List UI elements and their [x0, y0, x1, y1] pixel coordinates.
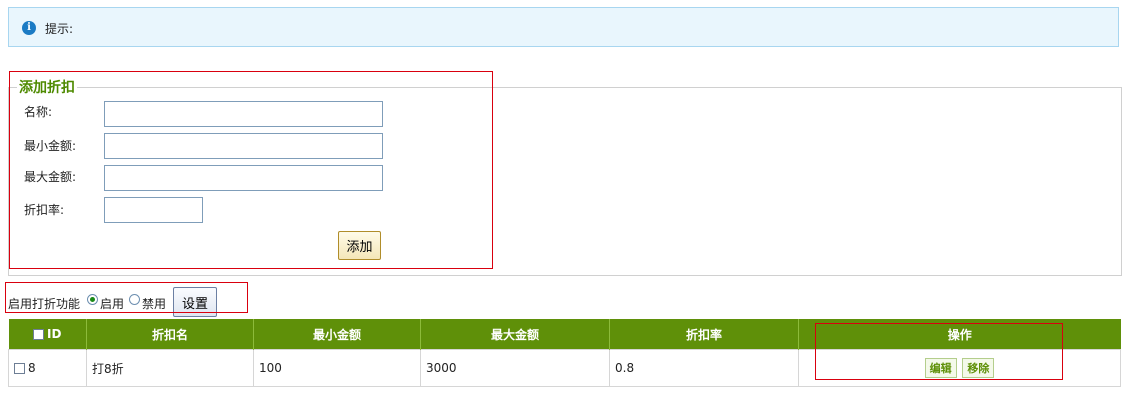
table-header-row: ID 折扣名 最小金额 最大金额 折扣率 操作: [8, 319, 1121, 350]
name-label: 名称:: [24, 105, 53, 119]
edit-button[interactable]: 编辑: [924, 358, 957, 378]
col-name-header: 折扣名: [86, 319, 254, 350]
discount-rate-input[interactable]: [104, 197, 203, 223]
col-max-header: 最大金额: [420, 319, 610, 350]
col-id-header: ID: [8, 319, 87, 350]
col-rate-header: 折扣率: [609, 319, 799, 350]
cell-min: 100: [253, 349, 421, 387]
cell-max: 3000: [420, 349, 610, 387]
cell-rate: 0.8: [609, 349, 799, 387]
tip-banner: i 提示:: [8, 7, 1119, 47]
cell-name: 打8折: [86, 349, 254, 387]
select-all-checkbox[interactable]: [33, 329, 45, 340]
disable-radio-label: 禁用: [142, 297, 167, 311]
discount-toggle-label: 启用打折功能: [8, 297, 81, 311]
tip-text: 提示:: [45, 22, 74, 36]
disable-radio[interactable]: [129, 294, 140, 305]
set-button[interactable]: 设置: [173, 287, 217, 317]
col-min-header: 最小金额: [253, 319, 421, 350]
remove-button[interactable]: 移除: [962, 358, 995, 378]
min-amount-label: 最小金额:: [24, 139, 77, 153]
discount-table: ID 折扣名 最小金额 最大金额 折扣率 操作 8 打8折 100 3000 0…: [8, 319, 1121, 387]
max-amount-label: 最大金额:: [24, 170, 77, 184]
table-row: 8 打8折 100 3000 0.8 编辑 移除: [8, 349, 1121, 387]
add-button[interactable]: 添加: [338, 231, 381, 260]
min-amount-input[interactable]: [104, 133, 383, 159]
max-amount-input[interactable]: [104, 165, 383, 191]
add-discount-legend: 添加折扣: [19, 80, 75, 96]
enable-radio-label: 启用: [100, 297, 125, 311]
cell-id: 8: [8, 349, 87, 387]
name-input[interactable]: [104, 101, 383, 127]
discount-rate-label: 折扣率:: [24, 203, 65, 217]
enable-radio[interactable]: [87, 294, 98, 305]
info-icon: i: [22, 21, 36, 35]
cell-actions: 编辑 移除: [798, 349, 1121, 387]
row-checkbox[interactable]: [14, 363, 25, 374]
col-actions-header: 操作: [798, 319, 1121, 350]
